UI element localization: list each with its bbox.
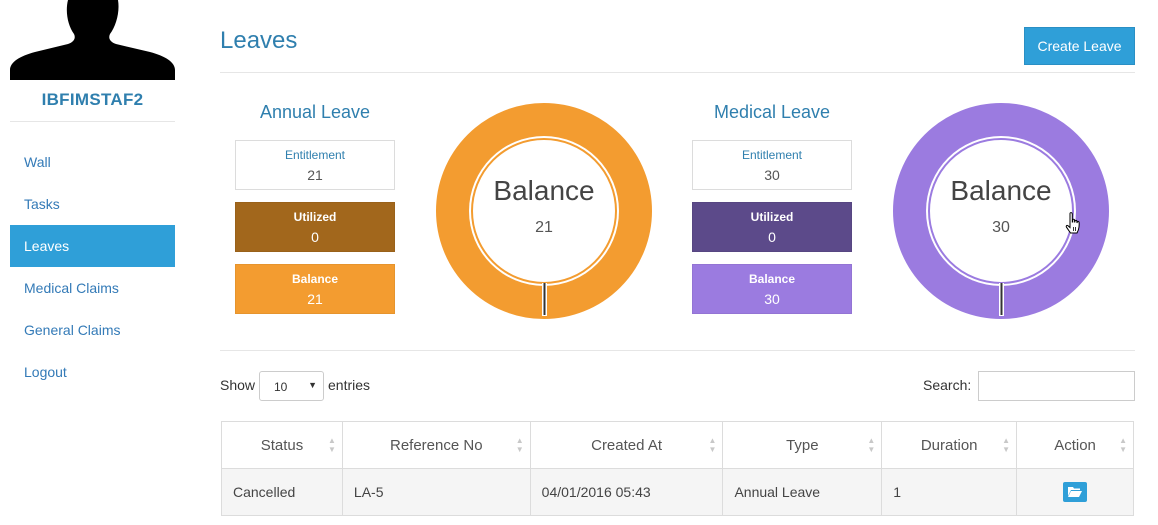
username: IBFIMSTAF2: [41, 90, 144, 109]
column-header-label: Action: [1054, 436, 1096, 454]
annual-entitlement-box: Entitlement 21: [235, 140, 395, 190]
column-header-status[interactable]: Status ▲ ▼: [221, 421, 343, 469]
medical-utilized-box: Utilized 0: [692, 202, 852, 252]
avatar: [10, 0, 175, 80]
table-header-row: Status ▲ ▼ Reference No ▲ ▼ Created At ▲ ▼ Typ…: [221, 421, 1134, 469]
sidebar-divider: [10, 121, 175, 122]
search-input[interactable]: [978, 371, 1135, 401]
cell-action: [1016, 468, 1134, 516]
sort-icon: ▲ ▼: [515, 436, 524, 454]
hand-cursor-icon: [1065, 212, 1080, 234]
annual-balance-value: 21: [307, 291, 323, 307]
annual-utilized-box: Utilized 0: [235, 202, 395, 252]
entries-label: entries: [328, 377, 371, 393]
column-header-label: Type: [786, 436, 819, 454]
sort-icon: ▲ ▼: [1002, 436, 1011, 454]
medical-entitlement-value: 30: [764, 167, 780, 183]
sidebar-item-general-claims[interactable]: General Claims: [10, 309, 175, 351]
sort-icon: ▲ ▼: [1119, 436, 1127, 454]
annual-balance-box: Balance 21: [235, 264, 395, 314]
column-header-label: Duration: [920, 436, 978, 454]
view-leave-button[interactable]: [1063, 482, 1088, 502]
sidebar-item-tasks[interactable]: Tasks: [10, 183, 175, 225]
annual-leave-title: Annual Leave: [259, 102, 371, 122]
entries-select-value: 10: [274, 380, 288, 394]
annual-utilized-label: Utilized: [293, 210, 337, 224]
medical-leave-title: Medical Leave: [713, 102, 831, 122]
cell-type: Annual Leave: [722, 468, 883, 516]
cell-status: Cancelled: [221, 468, 343, 516]
page-title: Leaves: [220, 27, 298, 54]
sort-icon: ▲ ▼: [327, 436, 336, 454]
sidebar: IBFIMSTAF2 Wall Tasks Leaves Medical Cla…: [10, 0, 175, 525]
sidebar-item-leaves[interactable]: Leaves: [10, 225, 175, 267]
sidebar-item-logout[interactable]: Logout: [10, 351, 175, 393]
cell-duration: 1: [881, 468, 1018, 516]
section-divider: [220, 350, 1135, 351]
column-header-duration[interactable]: Duration ▲ ▼: [881, 421, 1018, 469]
search-label: Search:: [923, 377, 972, 393]
header-divider: [220, 72, 1135, 73]
annual-utilized-value: 0: [311, 229, 319, 245]
annual-entitlement-label: Entitlement: [284, 148, 346, 162]
medical-entitlement-box: Entitlement 30: [692, 140, 852, 190]
sidebar-item-wall[interactable]: Wall: [10, 141, 175, 183]
folder-open-icon: [1068, 487, 1083, 497]
show-label: Show: [220, 377, 256, 393]
leaves-table: Status ▲ ▼ Reference No ▲ ▼ Created At ▲ ▼ Typ…: [221, 421, 1134, 516]
annual-donut-value: 21: [535, 219, 553, 236]
create-leave-button[interactable]: Create Leave: [1024, 27, 1135, 65]
entries-select[interactable]: 10 ▼: [259, 371, 324, 401]
medical-entitlement-label: Entitlement: [741, 148, 803, 162]
sort-icon: ▲ ▼: [867, 436, 876, 454]
column-header-action[interactable]: Action ▲ ▼: [1016, 421, 1134, 469]
table-row: Cancelled LA-5 04/01/2016 05:43 Annual L…: [221, 468, 1134, 516]
cell-reference: LA-5: [341, 468, 531, 516]
column-header-reference-no[interactable]: Reference No ▲ ▼: [341, 421, 531, 469]
annual-donut-label: Balance: [493, 175, 595, 206]
column-header-created-at[interactable]: Created At ▲ ▼: [529, 421, 724, 469]
medical-donut-label: Balance: [950, 175, 1052, 206]
column-header-label: Created At: [591, 436, 662, 454]
annual-balance-label: Balance: [291, 272, 339, 286]
medical-utilized-label: Utilized: [750, 210, 794, 224]
sidebar-nav: Wall Tasks Leaves Medical Claims General…: [10, 141, 175, 393]
medical-balance-value: 30: [764, 291, 780, 307]
column-header-type[interactable]: Type ▲ ▼: [722, 421, 883, 469]
sort-icon: ▲ ▼: [708, 436, 717, 454]
column-header-label: Status: [260, 436, 304, 454]
medical-balance-box: Balance 30: [692, 264, 852, 314]
chevron-down-icon: ▼: [308, 380, 317, 390]
cell-created-at: 04/01/2016 05:43: [529, 468, 724, 516]
medical-balance-donut: Balance 30: [893, 103, 1109, 319]
annual-entitlement-value: 21: [307, 167, 323, 183]
column-header-label: Reference No: [390, 436, 483, 454]
sidebar-item-medical-claims[interactable]: Medical Claims: [10, 267, 175, 309]
medical-balance-label: Balance: [748, 272, 796, 286]
annual-balance-donut: Balance 21: [436, 103, 652, 319]
medical-utilized-value: 0: [768, 229, 776, 245]
